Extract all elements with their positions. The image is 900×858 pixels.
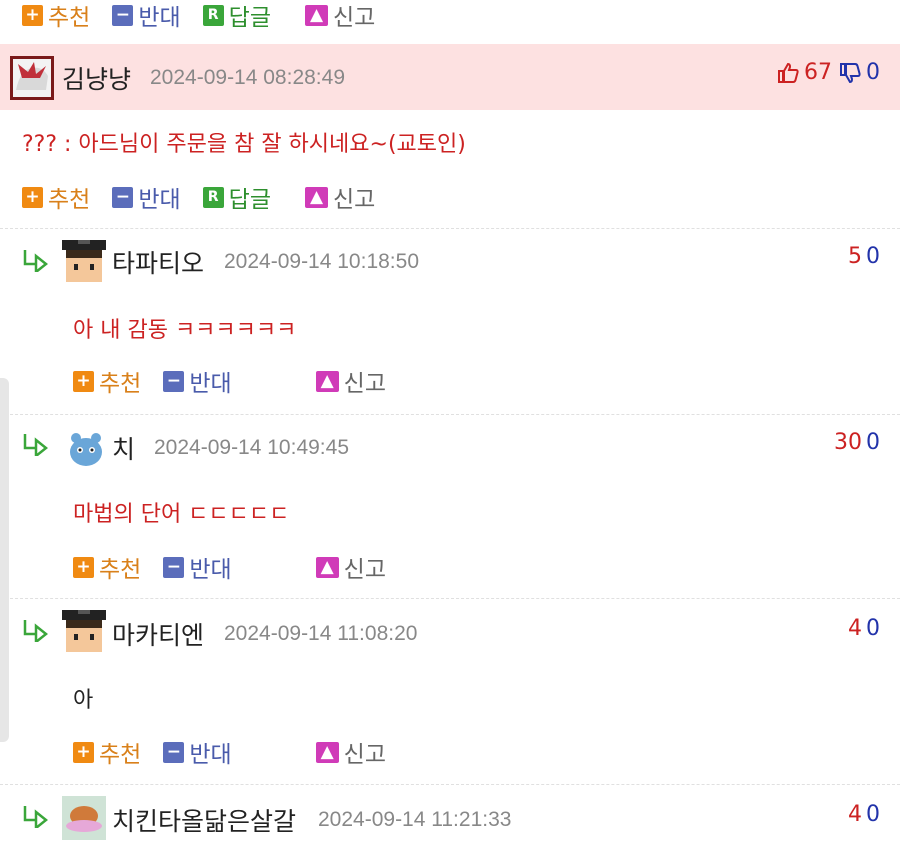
reply-body: 아: [73, 688, 94, 713]
reply-timestamp: 2024-09-14 10:49:45: [154, 436, 349, 459]
reply-votes: 4 0: [848, 802, 880, 827]
reply-icon: R: [202, 186, 224, 208]
reply-timestamp: 2024-09-14 11:21:33: [318, 808, 512, 831]
upvote-count: 30: [834, 430, 862, 455]
divider: [0, 784, 900, 785]
avatar[interactable]: [62, 240, 106, 284]
downvote-count: 0: [866, 802, 880, 827]
reply-nickname[interactable]: 치킨타올닮은살갈: [112, 802, 296, 838]
reply-nickname[interactable]: 마카티엔: [112, 616, 204, 652]
report-button[interactable]: ▲ 신고: [315, 550, 386, 584]
plus-icon: +: [73, 370, 94, 392]
oppose-button[interactable]: − 반대: [163, 735, 232, 769]
minus-icon: −: [163, 741, 185, 763]
report-button[interactable]: ▲ 신고: [315, 364, 386, 398]
recommend-button[interactable]: + 추천: [22, 180, 90, 214]
reply-votes: 30 0: [834, 430, 880, 455]
reply-timestamp: 2024-09-14 10:18:50: [224, 250, 419, 273]
upvote-count: 4: [848, 616, 862, 641]
avatar[interactable]: [62, 796, 106, 840]
reply-votes: 5 0: [848, 244, 880, 269]
comment-votes: 67 0: [776, 60, 880, 85]
siren-icon: ▲: [304, 186, 328, 208]
downvote-count: 0: [866, 430, 880, 455]
thumbs-up-icon: [778, 62, 799, 83]
scroll-handle[interactable]: [0, 378, 9, 742]
reply-button[interactable]: R 답글: [202, 180, 271, 214]
oppose-button[interactable]: − 반대: [163, 364, 232, 398]
comment-timestamp: 2024-09-14 08:28:49: [150, 66, 345, 89]
downvote-count: 0: [866, 616, 880, 641]
oppose-button[interactable]: − 반대: [112, 180, 181, 214]
plus-icon: +: [22, 186, 43, 208]
siren-icon: ▲: [315, 556, 339, 578]
upvote-count: 5: [848, 244, 862, 269]
minus-icon: −: [112, 186, 134, 208]
avatar[interactable]: [62, 610, 106, 654]
comment-body: ??? : 아드님이 주문을 참 잘 하시네요~(교토인): [22, 132, 466, 157]
avatar[interactable]: [66, 428, 106, 468]
plus-icon: +: [73, 741, 94, 763]
prev-comment-actions: + 추천 − 반대 R 답글 ▲ 신고: [22, 0, 397, 32]
avatar[interactable]: [10, 56, 54, 100]
thumbs-down-icon: [840, 62, 861, 83]
downvote-count: 0: [866, 60, 880, 85]
reply-arrow-icon: [23, 620, 49, 642]
report-button[interactable]: ▲ 신고: [304, 0, 375, 32]
reply-votes: 4 0: [848, 616, 880, 641]
reply-icon: R: [202, 4, 224, 26]
report-button[interactable]: ▲ 신고: [315, 735, 386, 769]
divider: [0, 228, 900, 229]
divider: [0, 414, 900, 415]
minus-icon: −: [163, 556, 185, 578]
recommend-button[interactable]: + 추천: [73, 364, 141, 398]
reply-actions: + 추천 − 반대 ▲ 신고: [73, 364, 408, 398]
plus-icon: +: [22, 4, 43, 26]
comment-nickname[interactable]: 김냥냥: [62, 60, 131, 96]
comment-header: 김냥냥 2024-09-14 08:28:49 67 0: [0, 44, 900, 110]
recommend-button[interactable]: + 추천: [73, 735, 141, 769]
upvote-count: 4: [848, 802, 862, 827]
oppose-button[interactable]: − 반대: [163, 550, 232, 584]
upvote-count: 67: [804, 60, 832, 85]
reply-nickname[interactable]: 타파티오: [112, 244, 204, 280]
comment-actions: + 추천 − 반대 R 답글 ▲ 신고: [22, 180, 397, 214]
plus-icon: +: [73, 556, 94, 578]
siren-icon: ▲: [315, 370, 339, 392]
siren-icon: ▲: [315, 741, 339, 763]
reply-body: 아 내 감동 ㅋㅋㅋㅋㅋㅋ: [73, 318, 297, 343]
reply-body: 마법의 단어 ㄷㄷㄷㄷㄷ: [73, 502, 290, 527]
report-button[interactable]: ▲ 신고: [304, 180, 375, 214]
minus-icon: −: [112, 4, 134, 26]
recommend-button[interactable]: + 추천: [22, 0, 90, 32]
reply-nickname[interactable]: 치: [112, 430, 135, 466]
reply-arrow-icon: [23, 806, 49, 828]
oppose-button[interactable]: − 반대: [112, 0, 181, 32]
minus-icon: −: [163, 370, 185, 392]
divider: [0, 598, 900, 599]
reply-button[interactable]: R 답글: [202, 0, 271, 32]
recommend-button[interactable]: + 추천: [73, 550, 141, 584]
reply-actions: + 추천 − 반대 ▲ 신고: [73, 550, 408, 584]
reply-actions: + 추천 − 반대 ▲ 신고: [73, 735, 408, 769]
siren-icon: ▲: [304, 4, 328, 26]
reply-timestamp: 2024-09-14 11:08:20: [224, 622, 418, 645]
reply-arrow-icon: [23, 250, 49, 272]
reply-arrow-icon: [23, 434, 49, 456]
downvote-count: 0: [866, 244, 880, 269]
